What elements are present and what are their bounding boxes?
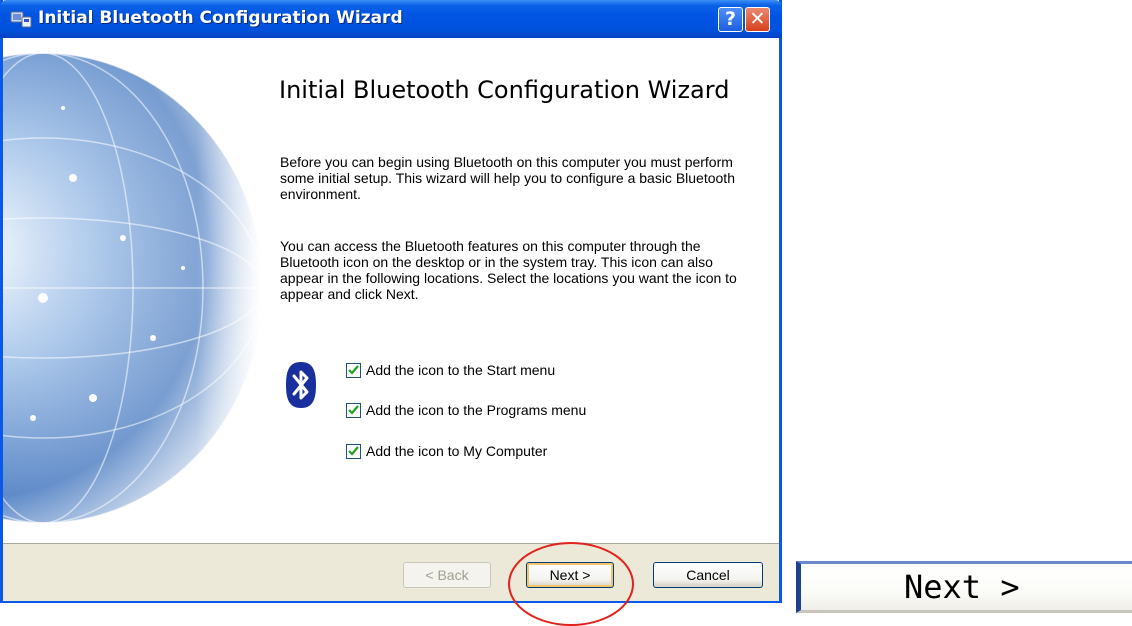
bluetooth-devices-icon (10, 11, 32, 28)
next-button[interactable]: Next > (526, 562, 614, 588)
checkmark-icon (348, 404, 359, 415)
window-title: Initial Bluetooth Configuration Wizard (38, 8, 403, 28)
wizard-window: Initial Bluetooth Configuration Wizard ?… (0, 0, 782, 603)
next-button-zoomed[interactable]: Next > (796, 561, 1132, 613)
programs-menu-checkbox[interactable] (346, 402, 361, 418)
option-my-computer[interactable]: Add the icon to My Computer (346, 441, 547, 461)
start-menu-checkbox[interactable] (346, 362, 361, 378)
intro-text: Before you can begin using Bluetooth on … (280, 154, 735, 202)
programs-menu-label[interactable]: Add the icon to the Programs menu (366, 402, 586, 418)
wizard-content: Initial Bluetooth Configuration Wizard B… (3, 38, 779, 543)
locations-text: You can access the Bluetooth features on… (280, 238, 737, 302)
button-bar: < Back Next > Cancel (3, 543, 779, 601)
my-computer-checkbox[interactable] (346, 443, 361, 459)
start-menu-label[interactable]: Add the icon to the Start menu (366, 362, 555, 378)
back-button: < Back (403, 562, 491, 588)
title-bar[interactable]: Initial Bluetooth Configuration Wizard ?… (0, 0, 782, 38)
close-button[interactable]: ✕ (745, 7, 770, 32)
cancel-button[interactable]: Cancel (653, 562, 763, 588)
checkmark-icon (348, 445, 359, 456)
bluetooth-icon (286, 362, 316, 408)
next-button-zoomed-label: Next > (904, 568, 1020, 606)
option-start-menu[interactable]: Add the icon to the Start menu (346, 360, 555, 380)
page-title: Initial Bluetooth Configuration Wizard (279, 76, 730, 104)
globe-watermark-image (3, 38, 261, 543)
my-computer-label[interactable]: Add the icon to My Computer (366, 443, 547, 459)
checkmark-icon (348, 364, 359, 375)
help-button[interactable]: ? (718, 7, 743, 32)
option-programs-menu[interactable]: Add the icon to the Programs menu (346, 400, 586, 420)
